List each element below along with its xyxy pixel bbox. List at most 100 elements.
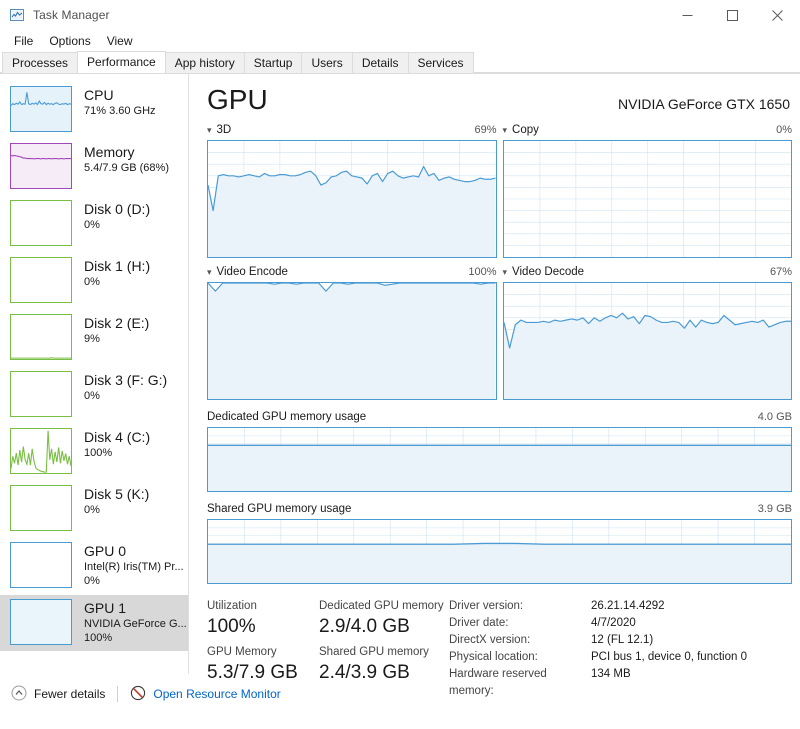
- maximize-button[interactable]: [710, 0, 755, 30]
- info-value: 4/7/2020: [591, 617, 636, 629]
- sidebar-sparkline: [10, 485, 72, 531]
- content-area: CPU 71% 3.60 GHz Memory 5.4/7.9 GB (68%) Dis…: [0, 74, 800, 697]
- dedicated-memory-section: Dedicated GPU memory usage 4.0 GB: [207, 410, 792, 492]
- stat-column-utilization: Utilization 100% GPU Memory 5.3/7.9 GB: [207, 598, 319, 700]
- gpu-memory-value: 5.3/7.9 GB: [207, 662, 298, 683]
- sidebar-item-disk-4-c[interactable]: Disk 4 (C:) 100%: [0, 424, 188, 480]
- tab-details[interactable]: Details: [351, 52, 409, 73]
- chevron-down-icon[interactable]: ▾: [207, 125, 212, 135]
- sidebar-sparkline: [10, 86, 72, 132]
- menu-bar: File Options View: [0, 30, 800, 52]
- resource-sidebar[interactable]: CPU 71% 3.60 GHz Memory 5.4/7.9 GB (68%) Dis…: [0, 74, 189, 674]
- engine-label-copy[interactable]: ▾ Copy 0%: [503, 123, 793, 137]
- tab-performance[interactable]: Performance: [77, 51, 166, 73]
- sidebar-item-text: GPU 0 Intel(R) Iris(TM) Pr... 0%: [84, 542, 184, 588]
- engine-name-video-decode: Video Decode: [512, 266, 585, 278]
- sidebar-sparkline: [10, 200, 72, 246]
- dedicated-memory-max: 4.0 GB: [757, 411, 792, 423]
- info-key: Driver date:: [449, 617, 509, 629]
- engine-value-video-decode: 67%: [769, 266, 792, 278]
- tab-processes[interactable]: Processes: [2, 52, 79, 73]
- sidebar-item-gpu-0[interactable]: GPU 0 Intel(R) Iris(TM) Pr... 0%: [0, 538, 188, 594]
- tab-strip: Processes Performance App history Startu…: [0, 51, 800, 74]
- sidebar-item-label: GPU 0: [84, 543, 127, 559]
- shared-memory-section: Shared GPU memory usage 3.9 GB: [207, 502, 792, 584]
- sidebar-item-label: Disk 5 (K:): [84, 486, 150, 502]
- sidebar-item-disk-3-f-g[interactable]: Disk 3 (F: G:) 0%: [0, 367, 188, 423]
- sidebar-item-sub: Intel(R) Iris(TM) Pr...: [84, 561, 184, 573]
- sidebar-sparkline: [10, 599, 72, 645]
- shared-memory-title: Shared GPU memory usage: [207, 503, 352, 515]
- gpu-model-name: NVIDIA GeForce GTX 1650: [618, 96, 790, 112]
- sidebar-item-label: Disk 0 (D:): [84, 201, 151, 217]
- resource-monitor-icon: [130, 685, 146, 704]
- engine-graph-row-2: ▾ Video Encode 100% ▾ Video Decode 67%: [207, 265, 792, 400]
- page-title: GPU: [207, 84, 268, 115]
- sidebar-item-disk-1-h[interactable]: Disk 1 (H:) 0%: [0, 253, 188, 309]
- engine-value-3d: 69%: [474, 124, 497, 136]
- engine-value-copy: 0%: [776, 124, 792, 136]
- sidebar-sparkline: [10, 314, 72, 360]
- info-key: DirectX version:: [449, 634, 531, 646]
- sidebar-item-gpu-1[interactable]: GPU 1 NVIDIA GeForce G... 100%: [0, 595, 188, 651]
- sidebar-sparkline: [10, 428, 72, 474]
- engine-value-video-encode: 100%: [468, 266, 497, 278]
- gpu-header: GPU NVIDIA GeForce GTX 1650: [207, 84, 792, 116]
- chevron-down-icon[interactable]: ▾: [503, 267, 508, 277]
- sidebar-item-label: Disk 4 (C:): [84, 429, 151, 445]
- sidebar-item-text: CPU 71% 3.60 GHz: [84, 86, 156, 118]
- info-value: 26.21.14.4292: [591, 600, 665, 612]
- info-key: Driver version:: [449, 600, 524, 612]
- sidebar-item-disk-5-k[interactable]: Disk 5 (K:) 0%: [0, 481, 188, 537]
- sidebar-item-disk-2-e[interactable]: Disk 2 (E:) 9%: [0, 310, 188, 366]
- menu-file[interactable]: File: [6, 31, 41, 51]
- engine-cell-3d: ▾ 3D 69%: [207, 123, 497, 258]
- window-controls: [665, 0, 800, 30]
- sidebar-item-text: GPU 1 NVIDIA GeForce G... 100%: [84, 599, 187, 645]
- dedicated-memory-title: Dedicated GPU memory usage: [207, 411, 367, 423]
- engine-label-video-decode[interactable]: ▾ Video Decode 67%: [503, 265, 793, 279]
- engine-graph-row-1: ▾ 3D 69% ▾ Copy 0%: [207, 123, 792, 258]
- info-value: 134 MB: [591, 668, 631, 680]
- gpu-memory-label: GPU Memory: [207, 646, 277, 658]
- fewer-details-button[interactable]: Fewer details: [11, 685, 105, 704]
- engine-graph-video-decode: [502, 282, 792, 400]
- tab-app-history[interactable]: App history: [164, 52, 245, 73]
- sidebar-item-sub: 0%: [84, 390, 100, 402]
- close-button[interactable]: [755, 0, 800, 30]
- sidebar-item-memory[interactable]: Memory 5.4/7.9 GB (68%): [0, 139, 188, 195]
- engine-label-3d[interactable]: ▾ 3D 69%: [207, 123, 497, 137]
- sidebar-sparkline: [10, 371, 72, 417]
- menu-options[interactable]: Options: [41, 31, 98, 51]
- chevron-down-icon[interactable]: ▾: [207, 267, 212, 277]
- info-value: 12 (FL 12.1): [591, 634, 654, 646]
- info-key: Hardware reserved memory:: [449, 668, 547, 697]
- utilization-label: Utilization: [207, 600, 257, 612]
- sidebar-item-text: Disk 1 (H:) 0%: [84, 257, 150, 289]
- sidebar-item-sub2: 100%: [84, 632, 113, 644]
- engine-label-video-encode[interactable]: ▾ Video Encode 100%: [207, 265, 497, 279]
- title-bar: Task Manager: [0, 0, 800, 30]
- sidebar-item-text: Disk 3 (F: G:) 0%: [84, 371, 167, 403]
- tab-services[interactable]: Services: [407, 52, 474, 73]
- sidebar-item-cpu[interactable]: CPU 71% 3.60 GHz: [0, 82, 188, 138]
- gpu-detail-panel: GPU NVIDIA GeForce GTX 1650 ▾ 3D 69% ▾ C…: [189, 74, 800, 697]
- minimize-button[interactable]: [665, 0, 710, 30]
- sidebar-item-label: Disk 1 (H:): [84, 258, 151, 274]
- dedicated-memory-label-row: Dedicated GPU memory usage 4.0 GB: [207, 410, 792, 424]
- sidebar-item-label: Disk 3 (F: G:): [84, 372, 168, 388]
- sidebar-item-sub2: 0%: [84, 575, 100, 587]
- engine-cell-copy: ▾ Copy 0%: [502, 123, 793, 258]
- info-key: Physical location:: [449, 651, 538, 663]
- sidebar-item-sub: 0%: [84, 276, 100, 288]
- engine-name-copy: Copy: [512, 124, 539, 136]
- menu-view[interactable]: View: [99, 31, 141, 51]
- info-value: PCI bus 1, device 0, function 0: [591, 651, 747, 663]
- sidebar-item-text: Disk 2 (E:) 9%: [84, 314, 149, 346]
- engine-name-video-encode: Video Encode: [216, 266, 288, 278]
- tab-users[interactable]: Users: [301, 52, 353, 73]
- tab-startup[interactable]: Startup: [243, 52, 303, 73]
- chevron-down-icon[interactable]: ▾: [503, 125, 508, 135]
- sidebar-item-disk-0-d[interactable]: Disk 0 (D:) 0%: [0, 196, 188, 252]
- footer-divider: [117, 686, 119, 702]
